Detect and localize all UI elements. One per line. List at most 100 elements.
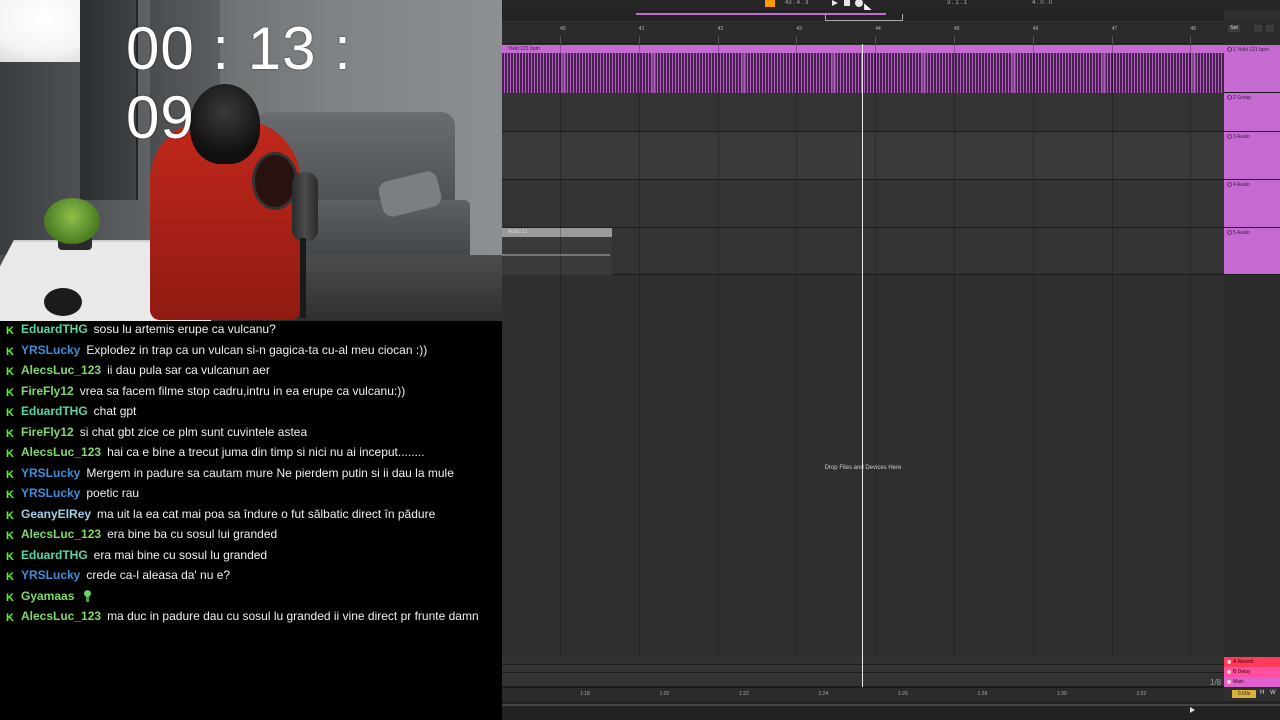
- track-activator-icon[interactable]: [1227, 134, 1232, 139]
- return-name: B Delay: [1233, 669, 1251, 675]
- chat-username[interactable]: FireFly12: [21, 425, 74, 439]
- chat-username[interactable]: Gyamaas: [21, 589, 74, 603]
- arrangement-tracks[interactable]: Yield 121 bpm Audio 11: [502, 45, 1224, 687]
- main-activator-icon[interactable]: [1227, 680, 1231, 684]
- chat-username[interactable]: AlecsLuc_123: [21, 527, 101, 541]
- lock-icon[interactable]: [1266, 25, 1274, 32]
- track-lane-4[interactable]: [502, 180, 1224, 228]
- kick-badge-icon: K: [6, 509, 14, 522]
- chat-username[interactable]: YRSLucky: [21, 568, 80, 582]
- track-name: 5 Audio: [1233, 230, 1250, 236]
- track-lane-5[interactable]: Audio 11: [502, 228, 1224, 275]
- track-header-1[interactable]: 1 Yield 121 bpm: [1224, 45, 1280, 93]
- track-header-4[interactable]: 4 Audio: [1224, 180, 1280, 228]
- playhead[interactable]: [862, 44, 863, 687]
- beat-ruler[interactable]: 40 41 42 43 44 45 46 47 48: [502, 22, 1224, 44]
- loop-length[interactable]: 4 . 0 . 0: [1032, 0, 1052, 7]
- clip-header[interactable]: [502, 45, 1224, 53]
- track-lane-1[interactable]: Yield 121 bpm: [502, 45, 1224, 93]
- chat-username[interactable]: FireFly12: [21, 384, 74, 398]
- track-header-2[interactable]: 2 Group: [1224, 93, 1280, 132]
- kick-badge-icon: K: [6, 345, 14, 358]
- expand-icon[interactable]: [1254, 25, 1262, 32]
- chat-text: poetic rau: [86, 486, 140, 500]
- tempo-signature[interactable]: 43 . 4 . 3: [785, 0, 808, 7]
- time-label: 1:22: [739, 691, 749, 697]
- main-lane[interactable]: [502, 673, 1224, 687]
- return-lane-b[interactable]: [502, 665, 1224, 673]
- chat-username[interactable]: YRSLucky: [21, 466, 80, 480]
- return-activator-icon[interactable]: [1227, 670, 1231, 674]
- track-activator-icon[interactable]: [1227, 182, 1232, 187]
- return-header-a[interactable]: A Reverb: [1224, 657, 1280, 667]
- stream-timer: 00 : 13 : 09: [126, 15, 352, 151]
- chat-message: K YRSLucky Explodez in trap ca un vulcan s…: [6, 342, 502, 359]
- chat-text: chat gpt: [93, 404, 137, 418]
- time-label: 1:26: [898, 691, 908, 697]
- grid-line: [1032, 45, 1034, 657]
- kick-badge-icon: K: [6, 325, 14, 337]
- main-header[interactable]: Main: [1224, 677, 1280, 687]
- chat-username[interactable]: GeanyElRey: [21, 507, 91, 521]
- track-lane-3[interactable]: [502, 132, 1224, 180]
- bar-number: 48: [1190, 26, 1196, 32]
- bar-tick: [796, 36, 798, 44]
- track-activator-icon[interactable]: [1227, 47, 1232, 52]
- metronome-button[interactable]: [765, 0, 775, 7]
- bar-number: 42: [717, 26, 724, 32]
- track-activator-icon[interactable]: [1227, 230, 1232, 235]
- chat-username[interactable]: YRSLucky: [21, 343, 80, 357]
- chat-text: era bine ba cu sosul lui granded: [107, 527, 278, 541]
- track-activator-icon[interactable]: [1227, 95, 1232, 100]
- chat-message: K AlecsLuc_123 era bine ba cu sosul lui gr…: [6, 526, 502, 543]
- chat-message: K Gyamaas: [6, 588, 502, 605]
- track-lane-2[interactable]: [502, 93, 1224, 132]
- return-lane-a[interactable]: [502, 657, 1224, 665]
- return-activator-icon[interactable]: [1227, 660, 1231, 664]
- play-icon[interactable]: [832, 0, 838, 6]
- chat-text: ma uit la ea cat mai poa sa îndure o fut…: [97, 506, 436, 521]
- kick-badge-icon: K: [6, 489, 14, 501]
- chat-username[interactable]: YRSLucky: [21, 486, 80, 500]
- chat-text: Explodez in trap ca un vulcan si-n gagic…: [86, 342, 428, 357]
- chat-text: sosu lu artemis erupe ca vulcanu?: [93, 322, 276, 336]
- play-icon[interactable]: [1190, 707, 1195, 713]
- chat-username[interactable]: EduardTHG: [21, 548, 88, 562]
- chat-text: Mergem in padure sa cautam mure Ne pierd…: [86, 465, 454, 480]
- scroll-track[interactable]: [502, 704, 1280, 706]
- return-header-b[interactable]: B Delay: [1224, 667, 1280, 677]
- grid-fraction[interactable]: 1/8: [1210, 678, 1221, 687]
- stop-icon[interactable]: [844, 0, 850, 6]
- kick-badge-icon: K: [6, 530, 14, 542]
- chat-username[interactable]: AlecsLuc_123: [21, 363, 101, 377]
- bar-number: 40: [560, 26, 566, 32]
- chat-text: si chat gbt zice ce plm sunt cuvintele a…: [79, 424, 308, 439]
- header-toolbar: Set: [1224, 22, 1280, 44]
- arrangement-overview[interactable]: [502, 10, 1224, 21]
- webcam-feed: 00 : 13 : 09: [0, 0, 502, 321]
- set-button[interactable]: Set: [1228, 25, 1240, 32]
- chat-username[interactable]: AlecsLuc_123: [21, 445, 101, 459]
- track-header-3[interactable]: 3 Audio: [1224, 132, 1280, 180]
- chat-message: K YRSLucky crede ca-l aleasa da' nu e?: [6, 567, 502, 584]
- small-clip-body[interactable]: [502, 237, 612, 275]
- chat-text: ma duc in padure dau cu sosul lu granded…: [107, 609, 479, 623]
- track-name: 2 Group: [1233, 95, 1252, 101]
- bar-tick: [875, 36, 877, 44]
- hw-indicator-h: H: [1260, 690, 1265, 696]
- waveform-gaps: [502, 53, 1224, 93]
- overview-selection[interactable]: [825, 14, 903, 21]
- chat-message: K YRSLucky Mergem in padure sa cautam mure…: [6, 465, 502, 482]
- time-label: 1:24: [818, 691, 829, 697]
- loop-position[interactable]: 3 . 1 . 1: [947, 0, 967, 7]
- kick-badge-icon: K: [6, 407, 14, 419]
- grid-line: [1111, 45, 1113, 657]
- chat-username[interactable]: EduardTHG: [21, 322, 88, 336]
- chat-username[interactable]: AlecsLuc_123: [21, 609, 101, 623]
- track-header-5[interactable]: 5 Audio: [1224, 228, 1280, 275]
- bar-number: 45: [954, 26, 960, 32]
- chat-panel: K EduardTHG sosu lu artemis erupe ca vulca…: [0, 321, 502, 720]
- time-ruler[interactable]: 1:18 1:20 1:22 1:24 1:26 1:28 1:30 1:32: [502, 687, 1224, 701]
- chat-username[interactable]: EduardTHG: [21, 404, 88, 418]
- track-name: 4 Audio: [1233, 182, 1250, 188]
